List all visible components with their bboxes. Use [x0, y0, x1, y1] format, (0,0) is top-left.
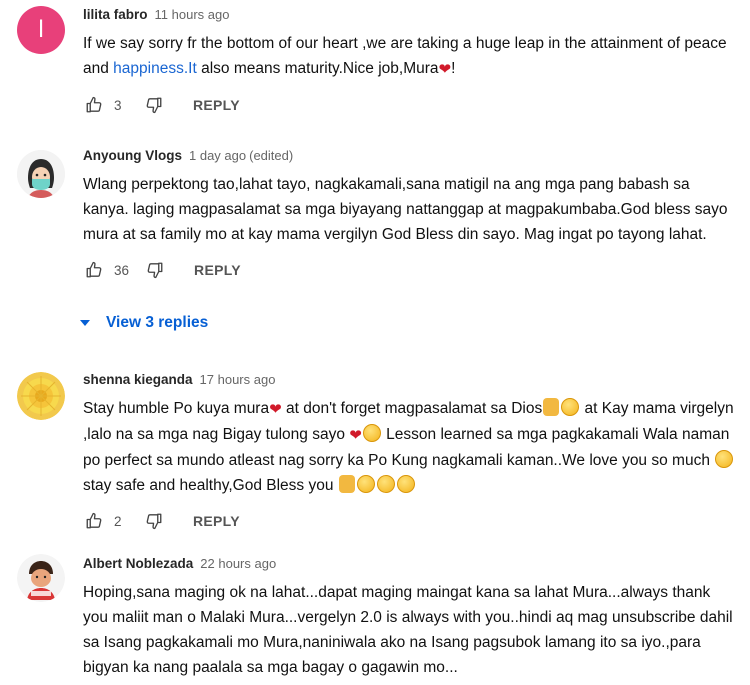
avatar[interactable]: [17, 372, 65, 420]
reply-button[interactable]: REPLY: [193, 97, 240, 113]
comment-time[interactable]: 22 hours ago: [200, 556, 276, 571]
thumbs-up-icon: [86, 96, 102, 113]
comment-text: Wlang perpektong tao,lahat tayo, nagkaka…: [83, 176, 728, 243]
avatar-illustration-icon: [17, 150, 65, 198]
thumbs-down-icon: [146, 97, 162, 114]
reply-button[interactable]: REPLY: [194, 262, 241, 278]
praying-hands-emoji-icon: [543, 398, 560, 416]
comment-time[interactable]: 11 hours ago: [155, 7, 230, 22]
avatar-flower-icon: [17, 372, 65, 420]
comment-author[interactable]: Albert Noblezada: [83, 556, 193, 571]
thumbs-down-icon: [146, 513, 162, 530]
view-replies-button[interactable]: View 3 replies: [80, 314, 208, 332]
comment-time[interactable]: 1 day ago: [189, 148, 246, 163]
avatar[interactable]: [17, 554, 65, 602]
heart-eyes-emoji-icon: [376, 475, 395, 493]
comment-text: If we say sorry fr the bottom of our hea…: [83, 31, 736, 82]
comment-author[interactable]: lilita fabro: [83, 7, 148, 22]
comment-actions: 3 REPLY: [83, 93, 736, 117]
like-count: 36: [114, 262, 130, 278]
comment-text: Stay humble Po kuya mura❤ at don't forge…: [83, 396, 736, 498]
like-count: 3: [114, 97, 122, 113]
comment-text: Hoping,sana maging ok na lahat...dapat m…: [83, 584, 733, 676]
heart-eyes-emoji-icon: [362, 424, 381, 442]
comment-author[interactable]: Anyoung Vlogs: [83, 148, 182, 163]
reply-button[interactable]: REPLY: [193, 513, 240, 529]
dislike-button[interactable]: [143, 510, 165, 532]
kiss-emoji-icon: [715, 450, 734, 468]
comment-author[interactable]: shenna kieganda: [83, 372, 193, 387]
broken-heart-emoji-icon: ❤: [349, 427, 362, 444]
avatar-character-icon: [17, 554, 65, 602]
smiling-halo-emoji-icon: [561, 398, 580, 416]
avatar[interactable]: l: [17, 6, 65, 54]
thumbs-up-icon: [86, 512, 102, 529]
dislike-button[interactable]: [143, 94, 165, 116]
comment-actions: 2 REPLY: [83, 509, 736, 533]
dislike-button[interactable]: [144, 259, 166, 281]
like-button[interactable]: [83, 510, 105, 532]
hugging-emoji-icon: [396, 475, 415, 493]
comment-actions: 36 REPLY: [83, 258, 736, 282]
praying-hands-emoji-icon: [338, 475, 355, 493]
like-button[interactable]: [83, 259, 105, 281]
heart-emoji-icon: ❤: [269, 401, 282, 418]
heart-emoji-icon: ❤: [438, 61, 452, 78]
edited-label: (edited): [249, 148, 294, 163]
comment-time[interactable]: 17 hours ago: [200, 372, 276, 387]
smiling-halo-emoji-icon: [356, 475, 375, 493]
caret-down-icon: [80, 320, 90, 326]
avatar[interactable]: [17, 150, 65, 198]
like-button[interactable]: [83, 94, 105, 116]
like-count: 2: [114, 513, 122, 529]
thumbs-up-icon: [86, 261, 102, 278]
thumbs-down-icon: [147, 262, 163, 279]
comment-link[interactable]: happiness.It: [113, 60, 197, 77]
